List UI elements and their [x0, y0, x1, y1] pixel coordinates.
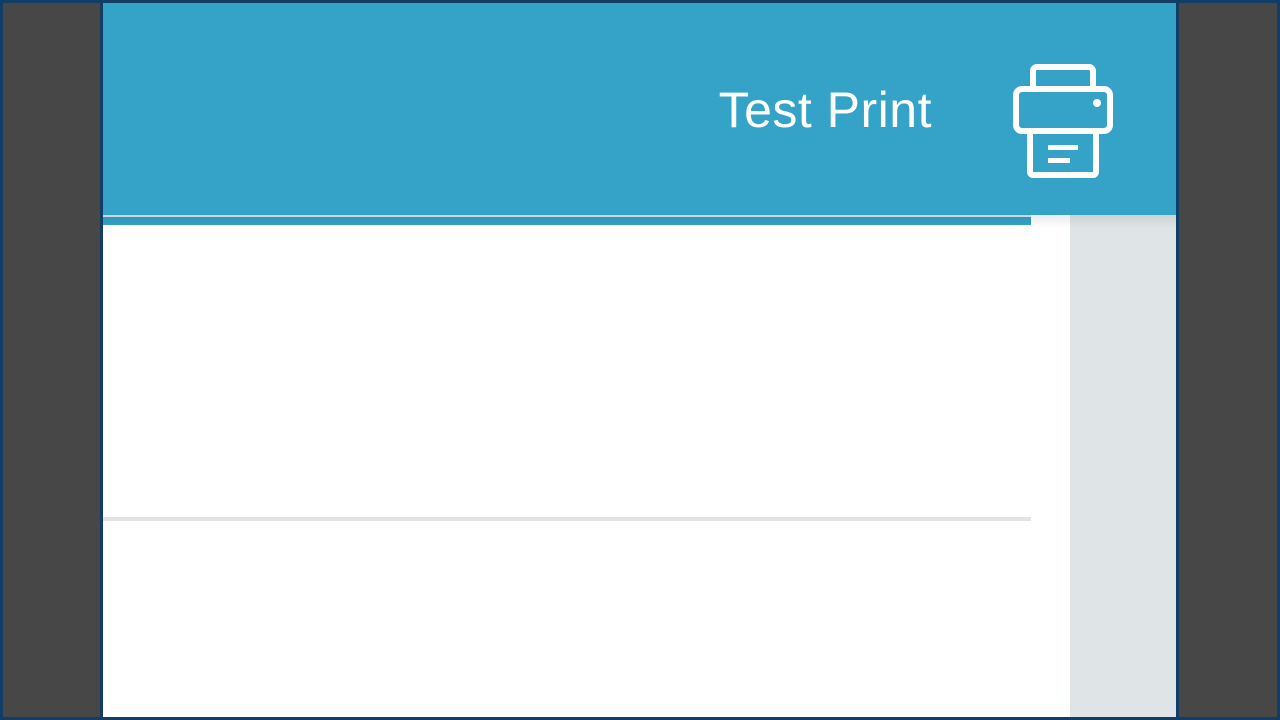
app-window: Test Print	[100, 3, 1179, 717]
printer-icon	[1013, 64, 1113, 178]
header-shadow	[103, 215, 1176, 229]
side-panel	[1070, 215, 1176, 717]
content-divider	[103, 517, 1031, 521]
app-header: Test Print	[103, 3, 1176, 215]
main-content	[103, 215, 1070, 717]
page-title: Test Print	[718, 82, 932, 138]
print-button[interactable]	[1011, 61, 1115, 179]
